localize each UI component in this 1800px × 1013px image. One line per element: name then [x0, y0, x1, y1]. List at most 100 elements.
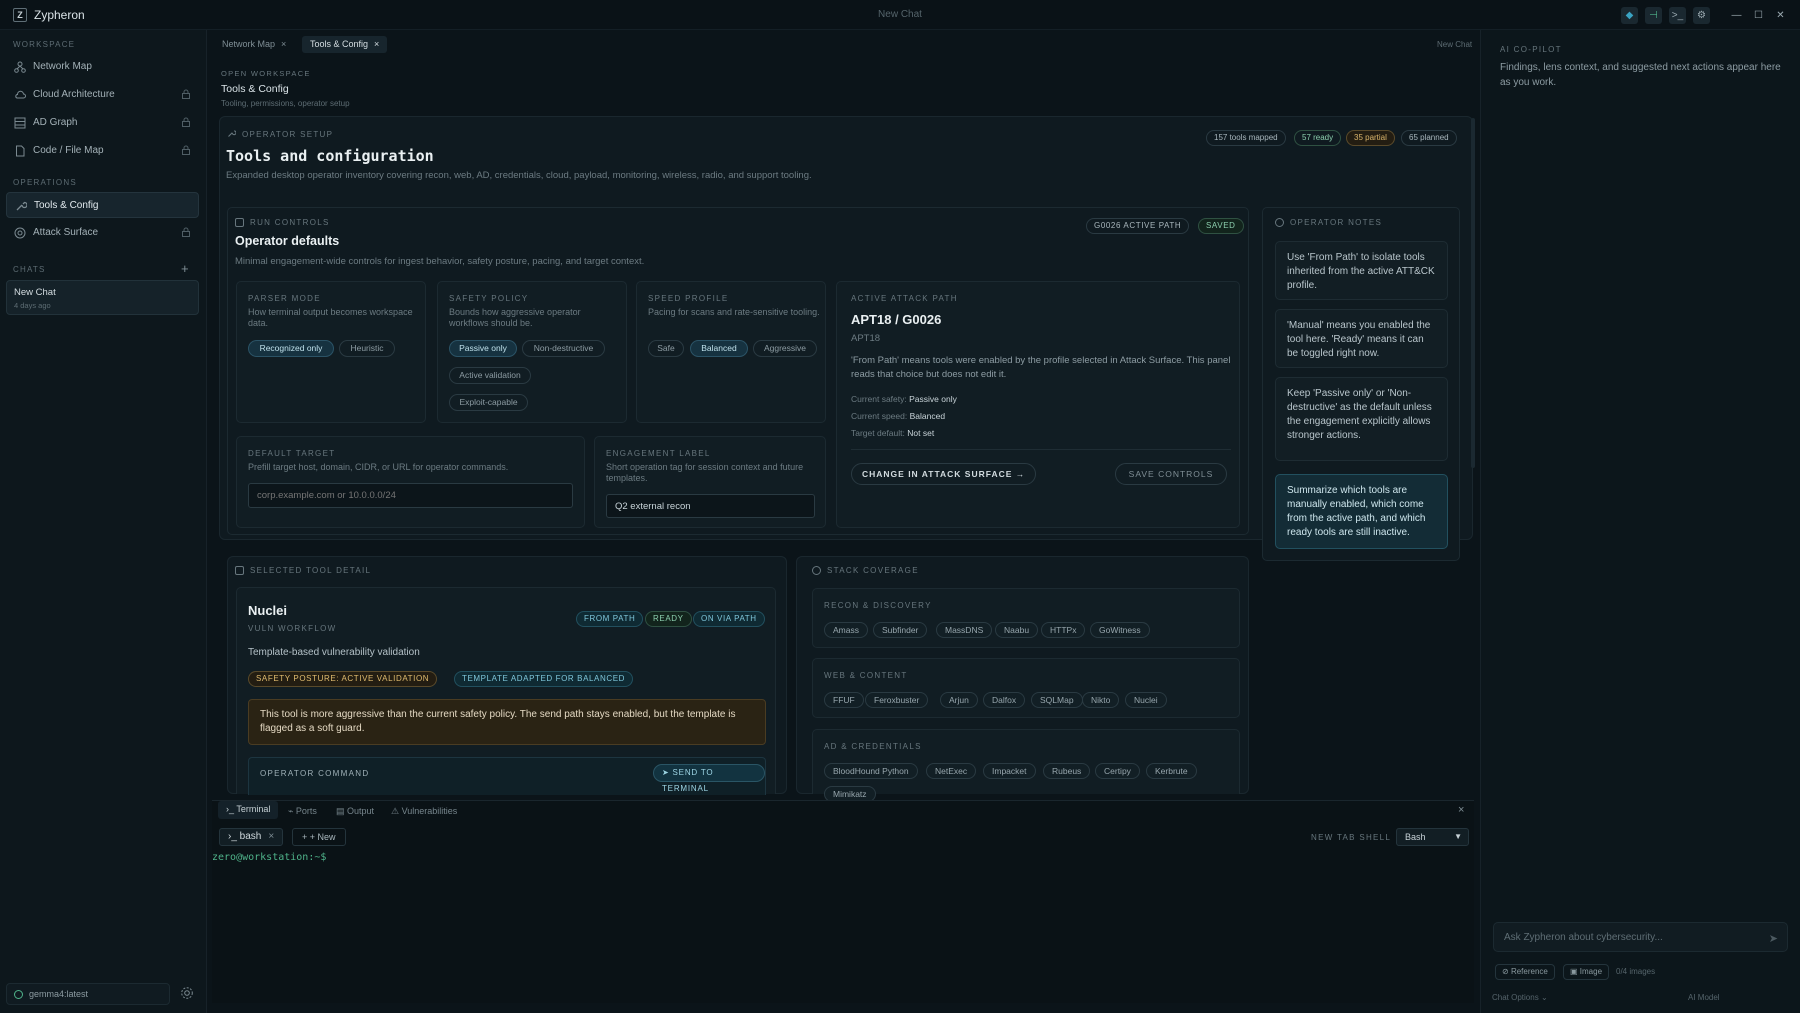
terminal-tab-output[interactable]: ▤ Output [336, 806, 374, 820]
chats-header: CHATS [13, 265, 46, 274]
speed-option-balanced[interactable]: Balanced [690, 340, 748, 357]
tool-chip[interactable]: GoWitness [1090, 622, 1150, 638]
safety-option-non-destructive[interactable]: Non-destructive [522, 340, 605, 357]
tool-chip[interactable]: Arjun [940, 692, 978, 708]
attack-path-title: APT18 / G0026 [851, 312, 942, 327]
close-icon[interactable]: × [268, 831, 274, 842]
operator-notes-label: OPERATOR NOTES [1290, 218, 1383, 227]
sidebar-item-label: Network Map [33, 61, 92, 72]
tool-chip[interactable]: Kerbrute [1146, 763, 1197, 779]
speed-option-safe[interactable]: Safe [648, 340, 684, 357]
button-label: Reference [1510, 967, 1548, 976]
tool-chip[interactable]: Dalfox [983, 692, 1026, 708]
copilot-label: AI CO-PILOT [1500, 45, 1562, 54]
image-button[interactable]: ▣ Image [1563, 964, 1610, 980]
chat-options-button[interactable]: Chat Options ⌄ [1492, 993, 1548, 1002]
sidebar-item-code-file-map[interactable]: Code / File Map [6, 138, 199, 164]
tool-category: VULN WORKFLOW [248, 624, 337, 633]
close-icon[interactable]: × [281, 39, 286, 49]
shield-icon[interactable]: ◆ [1621, 7, 1638, 24]
tool-chip[interactable]: Rubeus [1043, 763, 1091, 779]
new-terminal-button[interactable]: + + New [292, 828, 346, 846]
tool-chip[interactable]: Nikto [1082, 692, 1120, 708]
tab-tools-config[interactable]: Tools & Config × [302, 36, 388, 53]
close-panel-icon[interactable]: × [1458, 804, 1464, 816]
tool-chip[interactable]: Subfinder [873, 622, 928, 638]
chat-time: 4 days ago [14, 301, 51, 310]
tool-chip[interactable]: MassDNS [936, 622, 993, 638]
tool-chip[interactable]: Naabu [995, 622, 1039, 638]
safety-option-active-validation[interactable]: Active validation [449, 367, 531, 384]
copilot-input[interactable]: Ask Zypheron about cybersecurity... ➤ [1493, 922, 1788, 952]
scrollbar-thumb[interactable] [1471, 118, 1475, 468]
sidebar-icon[interactable]: ⊣ [1645, 7, 1662, 24]
sidebar-item-ad-graph[interactable]: AD Graph [6, 110, 199, 136]
terminal-tab-ports[interactable]: ⌁ Ports [288, 806, 317, 820]
run-controls-label: RUN CONTROLS [250, 218, 330, 227]
chat-item[interactable]: New Chat 4 days ago [6, 280, 199, 315]
add-chat-icon[interactable]: + [181, 261, 189, 276]
button-label: + New [309, 832, 336, 842]
sidebar-item-network-map[interactable]: Network Map [6, 54, 199, 80]
parser-option-heuristic[interactable]: Heuristic [339, 340, 395, 357]
operator-note-suggestion[interactable]: Summarize which tools are manually enabl… [1275, 474, 1448, 549]
attack-path-description: 'From Path' means tools were enabled by … [851, 355, 1231, 380]
tool-chip[interactable]: BloodHound Python [824, 763, 918, 779]
save-controls-button[interactable]: SAVE CONTROLS [1115, 463, 1227, 485]
maximize-icon[interactable]: ☐ [1750, 7, 1767, 24]
parser-option-recognized[interactable]: Recognized only [248, 340, 334, 357]
close-icon[interactable]: × [374, 39, 379, 49]
info-icon [1275, 218, 1284, 227]
new-tab-shell-label: NEW TAB SHELL [1311, 833, 1392, 842]
default-target-input[interactable] [248, 483, 573, 508]
tool-chip[interactable]: HTTPx [1041, 622, 1086, 638]
bash-session-tab[interactable]: ›_ bash × [219, 828, 284, 846]
image-count: 0/4 images [1616, 967, 1656, 976]
send-to-terminal-button[interactable]: ➤ SEND TO TERMINAL [653, 764, 765, 793]
engagement-label-input[interactable] [606, 494, 815, 518]
tool-chip[interactable]: SQLMap [1031, 692, 1083, 708]
reference-button[interactable]: ⊘ Reference [1495, 964, 1555, 980]
change-in-attack-surface-button[interactable]: CHANGE IN ATTACK SURFACE → [851, 463, 1037, 485]
tab-network-map[interactable]: Network Map × [214, 36, 294, 53]
sidebar-item-tools-config[interactable]: Tools & Config [6, 192, 199, 218]
safety-option-exploit-capable[interactable]: Exploit-capable [449, 394, 528, 411]
minimize-icon[interactable]: — [1728, 7, 1745, 24]
stat-badge-ready: 57 ready [1294, 130, 1342, 146]
copilot-panel [1480, 30, 1800, 1013]
title-bar: Z Zypheron New Chat ◆ ⊣ >_ ⚙ — ☐ ✕ [0, 0, 1800, 30]
tool-chip[interactable]: Nuclei [1125, 692, 1167, 708]
active-path-badge: G0026 ACTIVE PATH [1086, 218, 1190, 234]
prompt-text: zero@workstation:~$ [212, 852, 327, 863]
lock-icon [181, 89, 191, 99]
tool-chip[interactable]: NetExec [926, 763, 977, 779]
tool-chip[interactable]: Impacket [983, 763, 1036, 779]
terminal-prompt[interactable]: zero@workstation:~$ [212, 852, 326, 863]
terminal-icon: ›_ [228, 831, 240, 842]
attack-path-label: ACTIVE ATTACK PATH [851, 294, 958, 303]
tool-chip[interactable]: Amass [824, 622, 868, 638]
tool-chip[interactable]: Feroxbuster [865, 692, 929, 708]
controls-icon [235, 218, 244, 227]
tool-icon [235, 566, 244, 575]
sidebar-item-attack-surface[interactable]: Attack Surface [6, 220, 199, 246]
safety-option-passive[interactable]: Passive only [449, 340, 517, 357]
close-icon[interactable]: ✕ [1772, 7, 1789, 24]
active-attack-path-card: ACTIVE ATTACK PATH APT18 / G0026 APT18 '… [836, 281, 1240, 528]
gear-icon[interactable] [180, 986, 194, 1000]
select-value: Bash [1405, 832, 1426, 842]
shell-select[interactable]: Bash ▼ [1396, 828, 1469, 846]
speed-option-aggressive[interactable]: Aggressive [753, 340, 817, 357]
template-adapted-tag: TEMPLATE ADAPTED FOR BALANCED [454, 671, 634, 687]
tool-chip[interactable]: FFUF [824, 692, 864, 708]
settings-icon[interactable]: ⚙ [1693, 7, 1710, 24]
sidebar-item-cloud-architecture[interactable]: Cloud Architecture [6, 82, 199, 108]
terminal-tab-vulnerabilities[interactable]: ⚠ Vulnerabilities [391, 806, 457, 820]
terminal-icon[interactable]: >_ [1669, 7, 1686, 24]
send-icon[interactable]: ➤ [1769, 932, 1778, 945]
model-selector[interactable]: gemma4:latest [6, 983, 170, 1005]
run-controls-title: Operator defaults [235, 234, 340, 248]
terminal-tab-terminal[interactable]: ›_ Terminal [218, 801, 279, 819]
tool-chip[interactable]: Certipy [1095, 763, 1140, 779]
sidebar-item-label: Attack Surface [33, 227, 99, 238]
